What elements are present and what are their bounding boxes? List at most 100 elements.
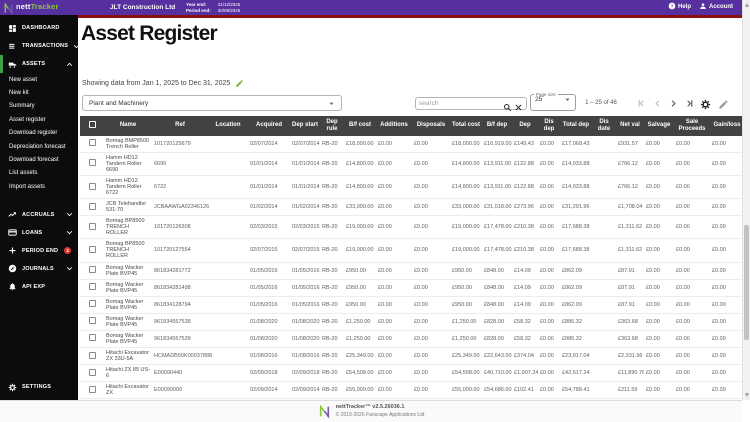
table-row[interactable]: Bomag Wacker Plate BVP45 861834281498 01/0…	[80, 279, 742, 297]
table-row[interactable]: Bomag Wacker Plate BVP45 961834557539 01/0…	[80, 330, 742, 349]
sidebar-subitem-new-kit[interactable]: New kit	[0, 86, 78, 99]
sidebar-item-period-end[interactable]: PERIOD END 1	[0, 242, 78, 260]
table-row[interactable]: Bomag BP8500 TRENCH ROLLER 101720126308 02…	[80, 215, 742, 240]
edit-date-range-icon[interactable]	[235, 79, 244, 88]
column-header-total_cost[interactable]: Total cost	[450, 116, 482, 136]
row-checkbox[interactable]	[89, 202, 96, 210]
cell-acquired: 02/07/2015	[248, 238, 290, 263]
cell-salvage: £0.00	[644, 262, 674, 280]
cell-bf_dep: £54,686.00	[482, 381, 512, 400]
account-button[interactable]: Account	[699, 2, 733, 12]
row-checkbox[interactable]	[89, 159, 96, 167]
table-settings-gear-icon[interactable]	[700, 97, 711, 110]
row-checkbox[interactable]	[89, 139, 96, 147]
edit-table-pencil-icon[interactable]	[718, 97, 729, 109]
sidebar-subitem-list-assets[interactable]: List assets	[0, 167, 78, 180]
cell-dis_dep: £0.00	[538, 279, 560, 297]
table-row[interactable]: Bomag BMP8500 Trench Roller 101720125679 0…	[80, 135, 742, 153]
column-header-disposals[interactable]: Disposals	[412, 116, 450, 136]
table-row[interactable]: Hamm HD12 Tandem Roller 6690 6690 01/01/20…	[80, 152, 742, 177]
row-checkbox[interactable]	[89, 351, 96, 359]
sidebar-subitem-depreciation-forecast[interactable]: Depreciation forecast	[0, 140, 78, 153]
table-row[interactable]: Bomag Wacker Plate BVP45 861834281772 01/0…	[80, 262, 742, 280]
column-header-ref[interactable]: Ref	[152, 116, 208, 136]
sidebar-item-api-exp[interactable]: API EXP	[0, 278, 78, 296]
clear-search-icon[interactable]	[514, 99, 523, 111]
sidebar-item-assets[interactable]: ASSETS	[0, 55, 78, 73]
sidebar-subitem-new-asset[interactable]: New asset	[0, 73, 78, 86]
cell-bf_cost: £1,250.00	[344, 313, 376, 331]
next-page-button[interactable]	[668, 98, 679, 109]
sidebar-item-transactions[interactable]: TRANSACTIONS	[0, 37, 80, 55]
column-header-name[interactable]: Name	[104, 116, 152, 136]
search-icon[interactable]	[503, 99, 512, 112]
cell-net_val: £766.12	[616, 152, 644, 177]
table-row[interactable]: Hitachi ZX 85 US-6 E00090440 02/09/2018 02/…	[80, 364, 742, 383]
sidebar-item-accruals[interactable]: ACCRUALS	[0, 206, 78, 224]
column-header-bf_dep[interactable]: B/f dep	[482, 116, 512, 136]
cell-gain_loss: £0.00	[710, 135, 742, 153]
table-row[interactable]: Hitachi Excavator ZX 33U-5A HCMADB50K0003…	[80, 347, 742, 366]
sidebar-item-journals[interactable]: JOURNALS	[0, 260, 78, 278]
category-select[interactable]: Plant and Machinery	[82, 95, 342, 111]
first-page-button[interactable]	[636, 98, 647, 109]
column-header-net_val[interactable]: Net val	[616, 116, 644, 136]
sidebar-subitem-download-register[interactable]: Download register	[0, 127, 78, 140]
sidebar-item-loans[interactable]: LOANS	[0, 224, 78, 242]
sidebar-item-label: SETTINGS	[22, 384, 52, 390]
scrollbar-thumb[interactable]	[744, 225, 749, 340]
table-row[interactable]: Bomag Wacker Plate BVP45 861834128794 01/0…	[80, 296, 742, 314]
cell-location	[208, 313, 248, 331]
column-header-dep[interactable]: Dep	[512, 116, 538, 136]
cell-ref: 101720126308	[152, 215, 208, 240]
top-bar: nettTracker JLT Construction Ltd Year en…	[0, 0, 750, 15]
column-header-acquired[interactable]: Acquired	[248, 116, 290, 136]
help-button[interactable]: ? Help	[668, 2, 691, 12]
row-checkbox[interactable]	[89, 385, 96, 393]
cell-additions: £0.00	[376, 279, 412, 297]
cell-gain_loss: £0.00	[710, 330, 742, 349]
column-header-dep_rule[interactable]: Dep rule	[320, 116, 344, 136]
column-header-dep_start[interactable]: Dep start	[290, 116, 320, 136]
scroll-down-arrow-icon[interactable]	[744, 393, 749, 397]
column-header-location[interactable]: Location	[208, 116, 248, 136]
sidebar-subitem-import-assets[interactable]: Import assets	[0, 180, 78, 193]
previous-page-button[interactable]	[652, 98, 663, 109]
column-header-salvage[interactable]: Salvage	[644, 116, 674, 136]
column-header-total_dep[interactable]: Total dep	[560, 116, 592, 136]
column-header-additions[interactable]: Additions	[376, 116, 412, 136]
sidebar-subitem-summary[interactable]: Summary	[0, 100, 78, 113]
sidebar-item-label: JOURNALS	[22, 265, 54, 272]
cell-location	[208, 296, 248, 314]
row-checkbox[interactable]	[89, 334, 96, 342]
last-page-button[interactable]	[684, 98, 695, 109]
column-header-dis_dep[interactable]: Dis dep	[538, 116, 560, 136]
page-size-select[interactable]: Page size 25	[530, 92, 576, 111]
row-checkbox[interactable]	[89, 368, 96, 376]
sidebar-item-settings[interactable]: SETTINGS	[0, 378, 78, 396]
row-checkbox[interactable]	[89, 222, 96, 230]
row-checkbox[interactable]	[89, 245, 96, 253]
row-checkbox[interactable]	[89, 266, 96, 274]
column-header-sale_proceeds[interactable]: Sale Proceeds	[674, 116, 710, 136]
select-all-checkbox[interactable]	[88, 120, 96, 128]
row-checkbox[interactable]	[89, 317, 96, 325]
sidebar-subitem-download-forecast[interactable]: Download forecast	[0, 153, 78, 166]
table-row[interactable]: Bomag BP8500 TRENCH ROLLER 101720127554 02…	[80, 238, 742, 263]
search-input[interactable]	[419, 100, 501, 107]
vertical-scrollbar[interactable]	[742, 0, 750, 400]
column-header-gain_loss[interactable]: Gain/loss	[710, 116, 742, 136]
row-checkbox[interactable]	[89, 283, 96, 291]
scroll-up-arrow-icon[interactable]	[744, 3, 749, 7]
table-row[interactable]: Hamm HD12 Tandem Roller 6722 6722 01/01/20…	[80, 175, 742, 200]
column-header-dis_date[interactable]: Dis date	[592, 116, 616, 136]
row-checkbox[interactable]	[89, 182, 96, 190]
sidebar-item-dashboard[interactable]: DASHBOARD	[0, 19, 78, 37]
table-row[interactable]: Hitachi Excavator ZX E00090000 02/09/2014 0…	[80, 381, 742, 400]
sidebar-subitem-asset-register[interactable]: Asset register	[0, 113, 78, 126]
column-header-bf_cost[interactable]: B/f cost	[344, 116, 376, 136]
table-row[interactable]: JCB Telehandler 531-70 JCBAAWGA02346126 01…	[80, 198, 742, 217]
app-logo[interactable]: nettTracker	[3, 1, 59, 15]
row-checkbox[interactable]	[89, 300, 96, 308]
table-row[interactable]: Bomag Wacker Plate BVP45 961834557538 01/0…	[80, 313, 742, 331]
